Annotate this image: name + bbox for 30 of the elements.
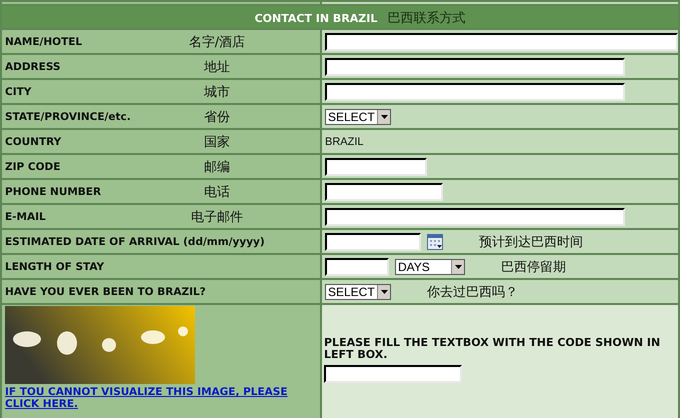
field-hint: 预计到达巴西时间 [479, 234, 583, 250]
field-label: 国家 [203, 134, 231, 150]
field-label: HAVE YOU EVER BEEN TO BRAZIL? [5, 286, 207, 298]
field-label: E-MAIL [5, 210, 47, 222]
instruction-text: PLEASE FILL THE TEXTBOX WITH THE CODE SHOWN IN LEFT BOX. [324, 337, 662, 361]
field-label: LENGTH OF STAY [5, 260, 106, 272]
help-link[interactable]: IF TOU CANNOT VISUALIZE THIS IMAGE, PLEASE CLICK HERE. [5, 386, 305, 410]
field-label: NAME/HOTEL [5, 36, 84, 48]
field-hint: 你去过巴西吗？ [427, 284, 518, 300]
select-dropdown[interactable]: SELECT [325, 284, 391, 300]
field-label: COUNTRY [5, 136, 62, 148]
field-label: 电子邮件 [190, 208, 244, 226]
field-label: 城市 [203, 84, 231, 100]
field-label: PHONE NUMBER [5, 186, 102, 198]
section-title: 巴西联系方式 [387, 11, 466, 26]
field-label: 邮编 [203, 158, 231, 176]
field-label: CITY [5, 86, 32, 98]
field-label: ADDRESS [5, 60, 62, 72]
field-label: 名字/酒店 [188, 34, 246, 50]
section-title: CONTACT IN BRAZIL [254, 12, 378, 25]
select-dropdown[interactable]: SELECT [325, 108, 391, 124]
field-hint: 巴西停留期 [501, 258, 566, 276]
select-dropdown[interactable]: DAYS [395, 258, 465, 274]
field-label: 地址 [203, 58, 231, 76]
field-label: ZIP CODE [5, 160, 62, 172]
field-label: 电话 [203, 184, 231, 200]
field-label: 省份 [203, 108, 231, 126]
field-label: ESTIMATED DATE OF ARRIVAL (dd/mm/yyyy) [5, 236, 266, 248]
field-value: BRAZIL [325, 136, 364, 148]
field-label: STATE/PROVINCE/etc. [5, 110, 132, 122]
